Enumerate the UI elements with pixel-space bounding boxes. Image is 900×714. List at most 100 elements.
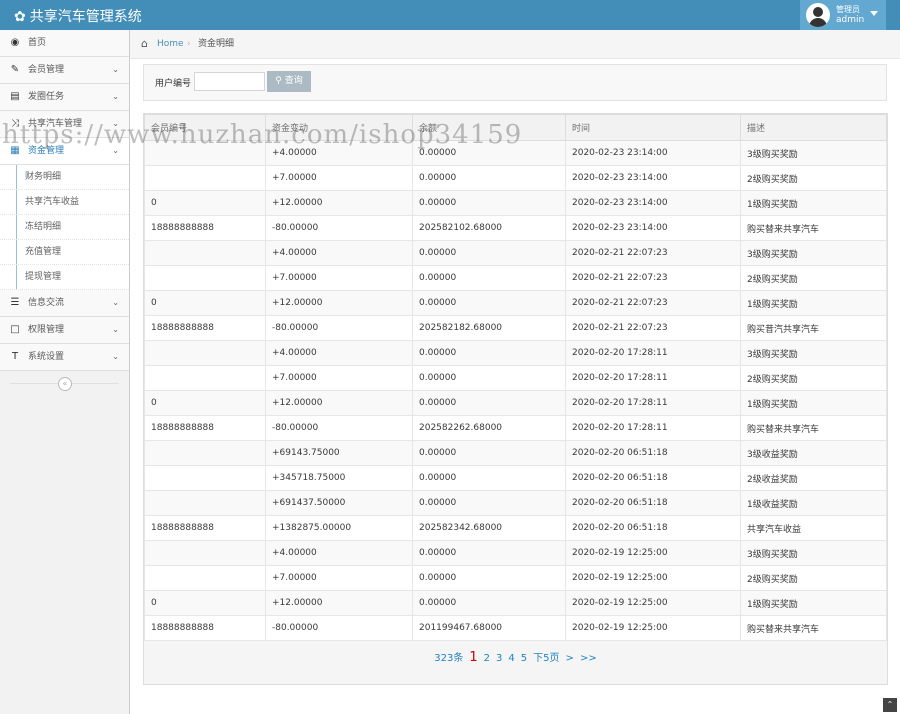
- balance-cell: 202582182.68000: [412, 315, 566, 341]
- description-cell: 3级购买奖励: [740, 540, 887, 566]
- fund-change-cell: +4.00000: [265, 540, 413, 566]
- fund-change-cell: -80.00000: [265, 315, 413, 341]
- fund-change-cell: +12.00000: [265, 190, 413, 216]
- brand[interactable]: ✿ 共享汽车管理系统: [14, 6, 142, 26]
- chevron-down-icon: ⌄: [112, 352, 119, 361]
- funds-submenu: 财务明细 共享汽车收益 冻结明细 充值管理 提现管理: [0, 165, 129, 290]
- collapse-sidebar-icon[interactable]: «: [58, 377, 72, 391]
- table-row: +4.00000 0.00000 2020-02-20 17:28:11 3级购买奖励: [144, 340, 887, 366]
- description-cell: 购买替来共享汽车: [740, 615, 887, 641]
- submenu-item-finance-detail[interactable]: 财务明细: [0, 165, 129, 190]
- submenu-item-label: 提现管理: [25, 272, 62, 282]
- book-icon: ▤: [10, 91, 20, 102]
- submenu-item-label: 财务明细: [25, 172, 62, 182]
- time-cell: 2020-02-20 17:28:11: [565, 390, 741, 416]
- search-button[interactable]: ⚲ 查询: [267, 71, 311, 92]
- member-id-cell: 18888888888: [144, 215, 266, 241]
- breadcrumb-current: 资金明细: [198, 39, 235, 49]
- fund-change-cell: +7.00000: [265, 365, 413, 391]
- description-cell: 购买替来共享汽车: [740, 415, 887, 441]
- pagination-last[interactable]: >>: [580, 653, 597, 664]
- app-title: 共享汽车管理系统: [29, 9, 142, 25]
- member-id-cell: [144, 365, 266, 391]
- submenu-item-withdraw[interactable]: 提现管理: [0, 265, 129, 290]
- search-label: 用户编号: [155, 79, 192, 89]
- sidebar-item-label: 会员管理: [28, 65, 65, 75]
- balance-cell: 0.00000: [412, 290, 566, 316]
- description-cell: 1级购买奖励: [740, 290, 887, 316]
- table-row: 18888888888 -80.00000 202582262.68000 2020-…: [144, 415, 887, 441]
- sidebar-item-messages[interactable]: ☰ 信息交流 ⌄: [0, 290, 129, 317]
- pagination-page-3[interactable]: 3: [496, 653, 502, 664]
- description-cell: 2级购买奖励: [740, 565, 887, 591]
- chevron-down-icon: ⌄: [112, 325, 119, 334]
- sidebar-item-label: 信息交流: [28, 298, 65, 308]
- time-cell: 2020-02-19 12:25:00: [565, 615, 741, 641]
- balance-cell: 0.00000: [412, 365, 566, 391]
- time-cell: 2020-02-21 22:07:23: [565, 315, 741, 341]
- time-cell: 2020-02-20 06:51:18: [565, 515, 741, 541]
- description-cell: 1级购买奖励: [740, 390, 887, 416]
- fund-change-cell: +345718.75000: [265, 465, 413, 491]
- member-id-cell: 18888888888: [144, 315, 266, 341]
- pagination-page-5[interactable]: 5: [521, 653, 527, 664]
- search-icon: ⚲: [275, 76, 282, 86]
- balance-cell: 202582342.68000: [412, 515, 566, 541]
- fund-change-cell: +12.00000: [265, 290, 413, 316]
- member-id-cell: 18888888888: [144, 515, 266, 541]
- submenu-item-recharge[interactable]: 充值管理: [0, 240, 129, 265]
- caret-down-icon: [870, 11, 878, 16]
- pagination-page-4[interactable]: 4: [508, 653, 514, 664]
- member-id-cell: 18888888888: [144, 415, 266, 441]
- member-id-cell: [144, 265, 266, 291]
- sidebar-item-home[interactable]: ◉ 首页: [0, 30, 129, 57]
- fund-change-cell: +12.00000: [265, 390, 413, 416]
- sidebar-item-members[interactable]: ✎ 会员管理 ⌄: [0, 57, 129, 84]
- list-icon: ☰: [10, 297, 20, 308]
- time-cell: 2020-02-23 23:14:00: [565, 215, 741, 241]
- pagination-page-2[interactable]: 2: [484, 653, 490, 664]
- member-id-cell: [144, 565, 266, 591]
- balance-cell: 202582102.68000: [412, 215, 566, 241]
- submenu-item-label: 充值管理: [25, 247, 62, 257]
- user-id-input[interactable]: [194, 72, 265, 91]
- sidebar-item-permissions[interactable]: □ 权限管理 ⌄: [0, 317, 129, 344]
- table-row: 18888888888 +1382875.00000 202582342.68000…: [144, 515, 887, 541]
- time-cell: 2020-02-21 22:07:23: [565, 265, 741, 291]
- table-row: 18888888888 -80.00000 201199467.68000 2020-…: [144, 615, 887, 641]
- time-cell: 2020-02-19 12:25:00: [565, 565, 741, 591]
- scroll-to-top-button[interactable]: ⌃: [883, 698, 897, 712]
- table-row: +7.00000 0.00000 2020-02-23 23:14:00 2级购买奖励: [144, 165, 887, 191]
- submenu-item-label: 共享汽车收益: [25, 197, 80, 207]
- breadcrumb-home-link[interactable]: Home: [157, 30, 184, 58]
- fund-change-cell: +1382875.00000: [265, 515, 413, 541]
- member-id-cell: [144, 165, 266, 191]
- description-cell: 3级收益奖励: [740, 440, 887, 466]
- pagination-current-page: 1: [469, 650, 478, 665]
- member-id-cell: 0: [144, 190, 266, 216]
- table-row: 18888888888 -80.00000 202582102.68000 2020-…: [144, 215, 887, 241]
- balance-cell: 0.00000: [412, 190, 566, 216]
- top-navbar: ✿ 共享汽车管理系统 管理员 admin: [0, 0, 900, 30]
- search-panel: 用户编号 ⚲ 查询: [143, 64, 887, 101]
- member-id-cell: [144, 540, 266, 566]
- chevron-down-icon: ⌄: [112, 65, 119, 74]
- sidebar-item-label: 权限管理: [28, 325, 65, 335]
- fund-change-cell: +691437.50000: [265, 490, 413, 516]
- user-role: 管理员: [836, 5, 860, 14]
- user-menu[interactable]: 管理员 admin: [800, 0, 886, 30]
- balance-cell: 0.00000: [412, 390, 566, 416]
- fund-change-cell: -80.00000: [265, 215, 413, 241]
- sidebar-item-settings[interactable]: T 系统设置 ⌄: [0, 344, 129, 371]
- submenu-item-frozen-detail[interactable]: 冻结明细: [0, 215, 129, 240]
- description-cell: 1级购买奖励: [740, 590, 887, 616]
- submenu-item-car-income[interactable]: 共享汽车收益: [0, 190, 129, 215]
- member-id-cell: [144, 340, 266, 366]
- pagination-next-five[interactable]: 下5页: [533, 653, 559, 664]
- balance-cell: 0.00000: [412, 465, 566, 491]
- submenu-item-label: 冻结明细: [25, 222, 62, 232]
- pagination-next[interactable]: >: [566, 653, 574, 664]
- sidebar-item-tasks[interactable]: ▤ 发圈任务 ⌄: [0, 84, 129, 111]
- breadcrumb: ⌂ Home › 资金明细: [130, 30, 900, 59]
- chevron-down-icon: ⌄: [112, 92, 119, 101]
